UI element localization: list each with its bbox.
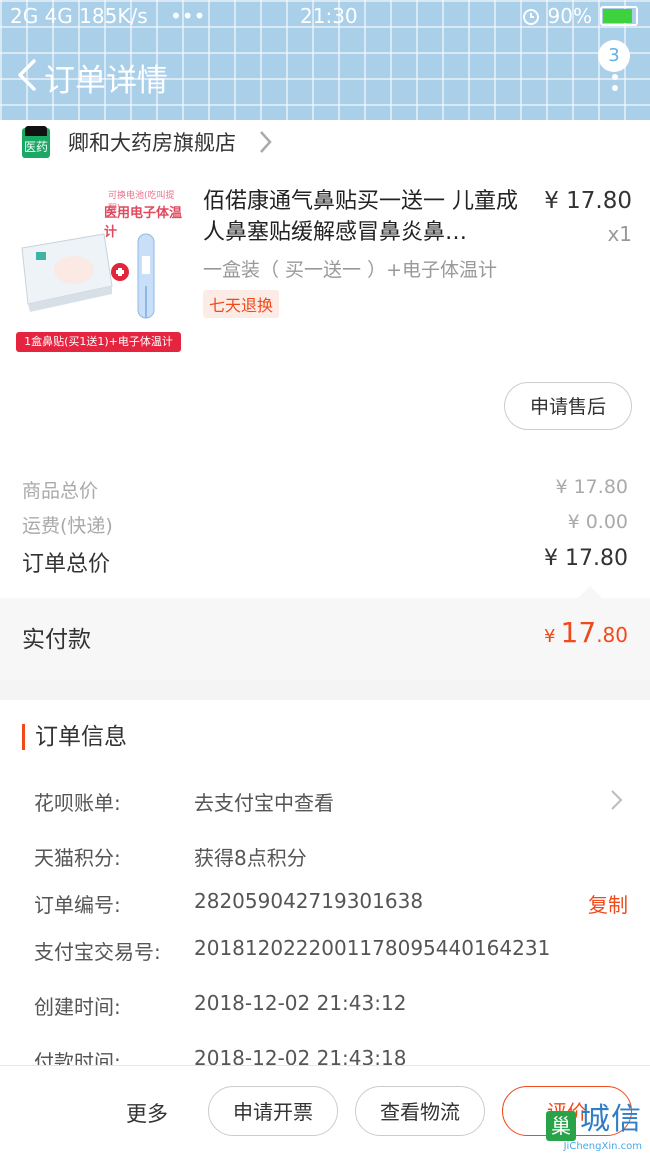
- info-value: 282059042719301638: [194, 889, 424, 913]
- product-price: ¥ 17.80: [544, 188, 632, 214]
- back-arrow-icon[interactable]: [10, 58, 44, 92]
- product-image[interactable]: 可换电池(吃叫提醒) 医用电子体温计 1盒鼻贴(买1送1)+电子体温计: [16, 186, 186, 356]
- status-right: 90%: [522, 4, 638, 28]
- info-key: 花呗账单:: [34, 791, 121, 815]
- watermark-logo: 巢: [546, 1111, 576, 1141]
- info-row-paid-time: 付款时间: 2018-12-02 21:43:18: [34, 1046, 628, 1065]
- alarm-icon: [522, 9, 539, 25]
- paid-currency: ¥: [544, 626, 556, 647]
- header: 2G 4G 185K/s ••• 21:30 90% 订单详情 3: [0, 0, 650, 120]
- bottom-action-bar: 更多 申请开票 查看物流 评价 巢城信 JiChengXin.com: [0, 1065, 650, 1156]
- battery-icon: [600, 6, 638, 26]
- notification-badge: 3: [598, 40, 630, 72]
- watermark: 巢城信 JiChengXin.com: [546, 1094, 642, 1152]
- order-info-section: 订单信息 花呗账单: 去支付宝中查看 天猫积分: 获得8点积分 订单编号: 28…: [0, 700, 650, 1065]
- store-name[interactable]: 卿和大药房旗舰店: [68, 127, 236, 157]
- info-key: 付款时间:: [34, 1050, 121, 1065]
- chevron-right-icon: [611, 790, 623, 810]
- order-total-label: 订单总价: [22, 552, 111, 577]
- order-info-title: 订单信息: [22, 724, 127, 750]
- info-value: 获得8点积分: [194, 846, 307, 870]
- network-status: 2G 4G 185K/s: [10, 4, 148, 28]
- notch-pointer: [578, 586, 602, 598]
- info-value: 去支付宝中查看: [194, 791, 334, 815]
- order-card: 医药 卿和大药房旗舰店 可换电池(吃叫提醒) 医用电子体温计 1盒鼻贴(买1送1…: [0, 120, 650, 680]
- watermark-url: JiChengXin.com: [563, 1141, 642, 1152]
- status-bar: 2G 4G 185K/s ••• 21:30 90%: [0, 0, 650, 34]
- store-logo-icon: 医药: [22, 126, 50, 158]
- chevron-right-icon: [260, 131, 272, 153]
- order-total-row: 订单总价 ¥ 17.80: [22, 546, 628, 578]
- page-title: 订单详情: [44, 63, 168, 99]
- info-value: 2018120222001178095440164231: [194, 936, 551, 960]
- image-banner: 1盒鼻贴(买1送1)+电子体温计: [16, 332, 181, 352]
- product-illustration: [21, 233, 155, 319]
- product-title[interactable]: 佰偌康通气鼻贴买一送一 儿童成人鼻塞贴缓解感冒鼻炎鼻…: [203, 186, 523, 248]
- after-sale-button[interactable]: 申请售后: [504, 382, 632, 430]
- more-button[interactable]: 更多: [126, 1098, 168, 1128]
- shipping-row: 运费(快递) ¥ 0.00: [22, 511, 628, 538]
- info-value: 2018-12-02 21:43:12: [194, 991, 407, 1015]
- info-key: 支付宝交易号:: [34, 940, 161, 964]
- info-value: 2018-12-02 21:43:18: [194, 1046, 407, 1065]
- info-row-points: 天猫积分: 获得8点积分: [34, 842, 628, 870]
- more-menu-button[interactable]: 3: [598, 40, 632, 92]
- status-time: 21:30: [300, 4, 358, 28]
- watermark-text: 城信: [580, 1102, 642, 1137]
- info-key: 天猫积分:: [34, 846, 121, 870]
- info-key: 订单编号:: [34, 893, 121, 917]
- info-row-alipay-trade: 支付宝交易号: 2018120222001178095440164231: [34, 936, 628, 964]
- paid-label: 实付款: [22, 627, 91, 653]
- paid-decimal: .80: [596, 623, 628, 647]
- more-status-icon: •••: [170, 4, 206, 28]
- paid-integer: 17: [560, 616, 597, 649]
- return-policy-tag: 七天退换: [203, 290, 280, 318]
- info-row-created: 创建时间: 2018-12-02 21:43:12: [34, 991, 628, 1019]
- more-dots-icon: [612, 74, 618, 91]
- goods-total-row: 商品总价 ¥ 17.80: [22, 476, 628, 503]
- battery-percent: 90%: [547, 4, 592, 28]
- shipping-value: ¥ 0.00: [567, 511, 628, 533]
- copy-button[interactable]: 复制: [588, 889, 628, 918]
- order-total-value: ¥ 17.80: [544, 546, 628, 571]
- info-row-huabei[interactable]: 花呗账单: 去支付宝中查看: [34, 787, 628, 815]
- info-key: 创建时间:: [34, 995, 121, 1019]
- logistics-button[interactable]: 查看物流: [355, 1086, 485, 1136]
- info-row-order-number: 订单编号: 282059042719301638 复制: [34, 889, 628, 917]
- shipping-label: 运费(快递): [22, 515, 113, 537]
- invoice-button[interactable]: 申请开票: [208, 1086, 338, 1136]
- goods-total-value: ¥ 17.80: [555, 476, 628, 498]
- product-spec: 一盒装（ 买一送一 ）+电子体温计: [203, 259, 497, 281]
- paid-amount: ¥ 17.80: [544, 616, 628, 649]
- paid-amount-row: 实付款 ¥ 17.80: [0, 598, 650, 680]
- goods-total-label: 商品总价: [22, 480, 99, 502]
- product-quantity: x1: [607, 222, 632, 246]
